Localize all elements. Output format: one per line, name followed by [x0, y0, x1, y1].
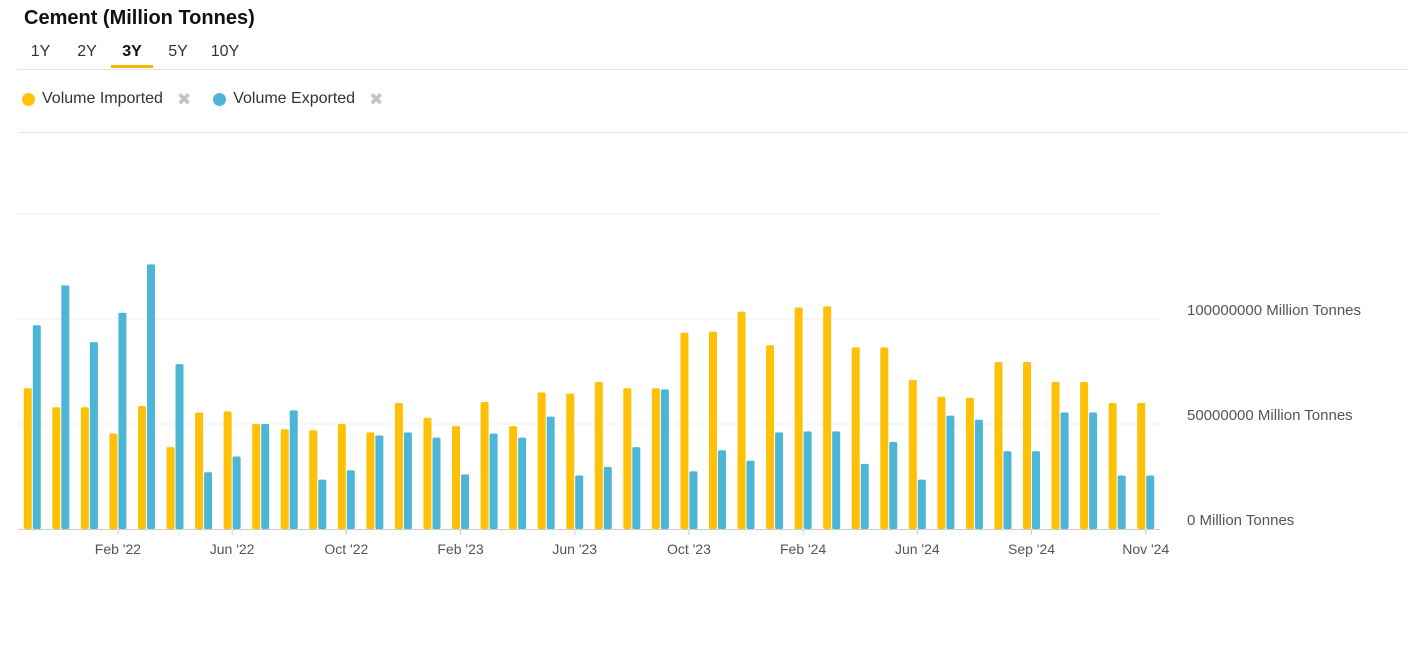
- bar-volume-exported[interactable]: [546, 416, 555, 529]
- bar-volume-exported[interactable]: [375, 435, 384, 529]
- bar-volume-exported[interactable]: [175, 364, 184, 529]
- bar-volume-imported[interactable]: [880, 347, 889, 529]
- bar-volume-exported[interactable]: [1089, 412, 1098, 529]
- bar-volume-imported[interactable]: [80, 407, 89, 529]
- y-tick-label: 100000000 Million Tonnes: [1187, 302, 1361, 319]
- bar-volume-exported[interactable]: [717, 450, 726, 529]
- x-tick-label: Feb '22: [95, 541, 141, 557]
- bar-volume-imported[interactable]: [851, 347, 860, 529]
- bar-volume-exported[interactable]: [775, 432, 784, 529]
- bar-volume-exported[interactable]: [204, 472, 213, 529]
- bar-volume-imported[interactable]: [823, 306, 832, 529]
- x-tick-label: Sep '24: [1008, 541, 1055, 557]
- bar-volume-exported[interactable]: [89, 342, 98, 529]
- bar-volume-imported[interactable]: [794, 307, 803, 529]
- x-tick-label: Feb '24: [780, 541, 826, 557]
- bar-volume-imported[interactable]: [280, 429, 289, 529]
- bar-volume-imported[interactable]: [594, 382, 603, 529]
- x-tick-label: Oct '22: [324, 541, 368, 557]
- bar-volume-imported[interactable]: [109, 433, 118, 529]
- bar-volume-imported[interactable]: [137, 406, 146, 529]
- bar-volume-imported[interactable]: [452, 426, 461, 529]
- bar-volume-imported[interactable]: [309, 430, 318, 529]
- bar-chart: Feb '22 Jun '22 Oct '22 Feb '23 Jun '23 Oct '…: [18, 213, 1361, 557]
- x-tick-label: Jun '24: [895, 541, 940, 557]
- bar-volume-exported[interactable]: [403, 432, 412, 529]
- bar-volume-imported[interactable]: [994, 362, 1003, 529]
- bar-volume-imported[interactable]: [166, 447, 175, 529]
- bar-volume-exported[interactable]: [832, 431, 841, 529]
- bar-volume-imported[interactable]: [680, 332, 689, 529]
- bar-volume-imported[interactable]: [23, 388, 32, 529]
- bar-volume-imported[interactable]: [766, 345, 775, 529]
- bar-volume-imported[interactable]: [252, 424, 261, 529]
- bar-volume-exported[interactable]: [860, 463, 869, 529]
- bar-volume-imported[interactable]: [908, 379, 917, 529]
- x-tick-label: Nov '24: [1122, 541, 1169, 557]
- bar-volume-exported[interactable]: [32, 325, 41, 529]
- bar-volume-exported[interactable]: [603, 467, 612, 529]
- y-tick-label: 50000000 Million Tonnes: [1187, 407, 1353, 424]
- bar-volume-exported[interactable]: [289, 410, 298, 529]
- bar-volume-exported[interactable]: [1032, 451, 1041, 529]
- bar-volume-exported[interactable]: [518, 437, 527, 529]
- bar-volume-exported[interactable]: [746, 460, 755, 529]
- bar-volume-exported[interactable]: [946, 415, 955, 529]
- bar-volume-imported[interactable]: [423, 417, 432, 529]
- bar-volume-exported[interactable]: [146, 264, 155, 529]
- bar-volume-exported[interactable]: [61, 285, 70, 529]
- bar-volume-imported[interactable]: [52, 407, 61, 529]
- bar-volume-exported[interactable]: [660, 389, 669, 529]
- bar-volume-exported[interactable]: [489, 433, 498, 529]
- bar-volume-imported[interactable]: [1080, 382, 1089, 529]
- bar-volume-imported[interactable]: [337, 424, 346, 529]
- bar-volume-exported[interactable]: [917, 479, 926, 529]
- x-tick-label: Oct '23: [667, 541, 711, 557]
- bar-volume-imported[interactable]: [480, 401, 489, 529]
- bar-volume-imported[interactable]: [566, 393, 575, 529]
- bar-volume-exported[interactable]: [1146, 475, 1155, 529]
- bar-volume-exported[interactable]: [689, 471, 698, 529]
- x-tick-label: Jun '23: [552, 541, 597, 557]
- bar-volume-exported[interactable]: [118, 312, 127, 529]
- bar-volume-imported[interactable]: [708, 331, 717, 529]
- bar-volume-exported[interactable]: [1003, 451, 1012, 529]
- bar-volume-imported[interactable]: [223, 411, 232, 529]
- bar-volume-imported[interactable]: [965, 397, 974, 529]
- bar-volume-imported[interactable]: [394, 403, 403, 529]
- bar-volume-exported[interactable]: [1060, 412, 1069, 529]
- bar-volume-imported[interactable]: [1137, 403, 1146, 529]
- bar-volume-exported[interactable]: [974, 419, 983, 529]
- bar-volume-exported[interactable]: [1117, 475, 1126, 529]
- bar-volume-imported[interactable]: [1023, 362, 1032, 529]
- bar-volume-imported[interactable]: [1051, 382, 1060, 529]
- bar-volume-exported[interactable]: [232, 456, 241, 529]
- bar-volume-exported[interactable]: [889, 441, 898, 529]
- bar-volume-exported[interactable]: [575, 475, 584, 529]
- x-tick-label: Feb '23: [437, 541, 483, 557]
- y-tick-label: 0 Million Tonnes: [1187, 512, 1294, 529]
- bar-volume-exported[interactable]: [346, 470, 355, 529]
- bar-volume-imported[interactable]: [737, 311, 746, 529]
- bar-volume-imported[interactable]: [1108, 403, 1117, 529]
- bar-volume-imported[interactable]: [937, 396, 946, 529]
- bar-volume-exported[interactable]: [261, 424, 270, 529]
- bar-volume-exported[interactable]: [432, 437, 441, 529]
- bar-volume-exported[interactable]: [318, 479, 327, 529]
- bar-volume-exported[interactable]: [803, 431, 812, 529]
- bar-volume-imported[interactable]: [509, 426, 518, 529]
- bar-volume-imported[interactable]: [623, 388, 632, 529]
- bar-volume-imported[interactable]: [366, 432, 375, 529]
- bar-volume-exported[interactable]: [461, 474, 470, 529]
- bar-volume-exported[interactable]: [632, 447, 641, 529]
- bar-volume-imported[interactable]: [537, 392, 546, 530]
- bar-volume-imported[interactable]: [651, 388, 660, 529]
- bar-volume-imported[interactable]: [195, 412, 204, 529]
- x-tick-label: Jun '22: [210, 541, 255, 557]
